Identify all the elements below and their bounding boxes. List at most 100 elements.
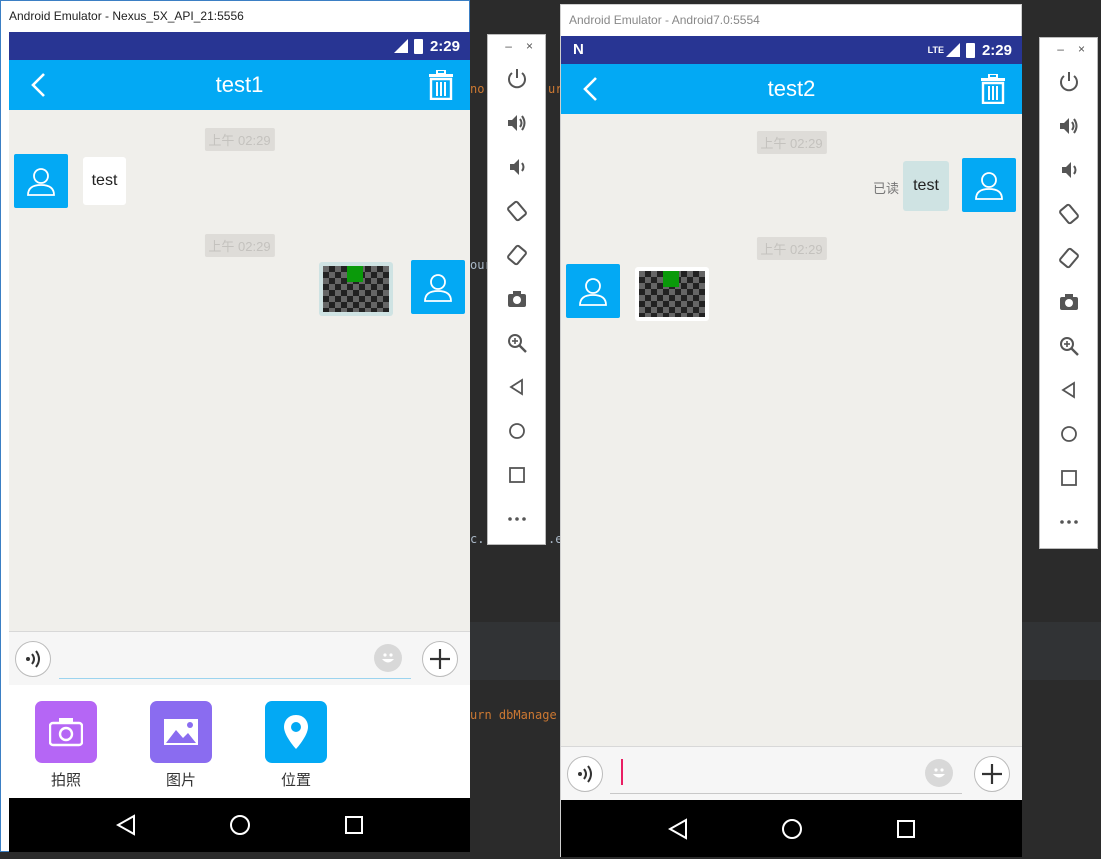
rotate-left-icon[interactable]	[488, 189, 545, 233]
emulator-title: Android Emulator - Android7.0:5554	[561, 5, 1021, 36]
signal-icon	[393, 39, 408, 53]
overview-icon[interactable]	[1040, 456, 1097, 500]
volume-down-icon[interactable]	[1040, 148, 1097, 192]
emulator-window-2: Android Emulator - Android7.0:5554 N LTE…	[560, 4, 1022, 857]
home-icon[interactable]	[488, 409, 545, 453]
battery-icon	[413, 38, 423, 54]
message-list[interactable]: 上午 02:29 已读 test 上午 02:29	[561, 114, 1022, 746]
image-message[interactable]	[319, 262, 393, 316]
avatar[interactable]	[566, 264, 620, 318]
message-timestamp: 上午 02:29	[204, 234, 275, 257]
status-bar: 2:29	[9, 32, 470, 60]
home-icon[interactable]	[1040, 412, 1097, 456]
ide-code-snippet: urn dbManage	[470, 708, 557, 722]
panel-item-camera[interactable]: 拍照	[35, 701, 97, 790]
plus-icon	[982, 764, 1002, 784]
overview-icon[interactable]	[344, 815, 364, 835]
avatar[interactable]	[411, 260, 465, 314]
close-button[interactable]: ×	[526, 39, 533, 53]
app-bar: test1	[9, 60, 470, 110]
message-bubble[interactable]: test	[903, 161, 949, 211]
plus-icon	[430, 649, 450, 669]
more-icon[interactable]	[1040, 500, 1097, 544]
android-n-icon: N	[573, 41, 584, 58]
avatar[interactable]	[962, 158, 1016, 212]
nav-bar	[561, 800, 1022, 857]
voice-button[interactable]	[15, 641, 51, 677]
emoji-icon[interactable]	[374, 644, 402, 672]
attachment-panel: 拍照 图片 位置	[9, 685, 470, 798]
trash-icon[interactable]	[428, 70, 454, 100]
user-icon	[975, 172, 1003, 200]
rotate-right-icon[interactable]	[488, 233, 545, 277]
signal-icon	[945, 43, 960, 57]
emulator-title: Android Emulator - Nexus_5X_API_21:5556	[1, 1, 469, 32]
status-bar: N LTE 2:29	[561, 36, 1022, 64]
image-thumbnail	[639, 271, 705, 317]
power-icon[interactable]	[488, 57, 545, 101]
rotate-left-icon[interactable]	[1040, 192, 1097, 236]
close-button[interactable]: ×	[1078, 42, 1085, 56]
message-timestamp: 上午 02:29	[204, 128, 275, 151]
volume-down-icon[interactable]	[488, 145, 545, 189]
image-thumbnail	[323, 266, 389, 312]
image-message[interactable]	[635, 267, 709, 321]
back-icon[interactable]	[115, 814, 136, 836]
overview-icon[interactable]	[488, 453, 545, 497]
message-input[interactable]	[59, 678, 411, 679]
panel-item-image[interactable]: 图片	[150, 701, 212, 790]
more-icon[interactable]	[488, 497, 545, 541]
power-icon[interactable]	[1040, 60, 1097, 104]
camera-icon	[35, 701, 97, 763]
network-type: LTE	[927, 45, 944, 55]
emulator-toolbar-2: – ×	[1039, 37, 1098, 549]
input-bar	[561, 746, 1022, 800]
read-status: 已读	[873, 181, 900, 196]
back-icon[interactable]	[488, 365, 545, 409]
battery-icon	[965, 42, 975, 58]
back-arrow-icon[interactable]	[27, 72, 53, 98]
avatar[interactable]	[14, 154, 68, 208]
voice-icon	[26, 650, 40, 668]
rotate-right-icon[interactable]	[1040, 236, 1097, 280]
back-icon[interactable]	[667, 817, 688, 840]
back-icon[interactable]	[1040, 368, 1097, 412]
message-timestamp: 上午 02:29	[756, 131, 827, 154]
minimize-button[interactable]: –	[1057, 42, 1064, 56]
panel-item-label: 位置	[280, 772, 311, 789]
emoji-icon[interactable]	[925, 759, 953, 787]
emulator-window-1: Android Emulator - Nexus_5X_API_21:5556 …	[0, 0, 470, 852]
chat-title: test2	[767, 76, 816, 101]
ide-code-snippet: no	[470, 82, 485, 96]
add-button[interactable]	[974, 756, 1010, 792]
ide-code-snippet: c.	[470, 532, 485, 546]
phone-screen-1: 2:29 test1 上午 02:29 test 上午 02:29 拍照 图片 …	[9, 32, 470, 852]
screenshot-icon[interactable]	[488, 277, 545, 321]
panel-item-label: 拍照	[50, 772, 81, 789]
home-icon[interactable]	[781, 818, 803, 840]
message-bubble[interactable]: test	[83, 157, 126, 205]
voice-button[interactable]	[567, 756, 603, 792]
nav-bar	[9, 798, 470, 852]
input-bar	[9, 631, 470, 685]
screenshot-icon[interactable]	[1040, 280, 1097, 324]
chat-title: test1	[215, 72, 264, 97]
minimize-button[interactable]: –	[505, 39, 512, 53]
trash-icon[interactable]	[980, 74, 1006, 104]
location-icon	[265, 701, 327, 763]
volume-up-icon[interactable]	[488, 101, 545, 145]
zoom-icon[interactable]	[488, 321, 545, 365]
overview-icon[interactable]	[896, 819, 916, 839]
status-time: 2:29	[429, 37, 460, 55]
add-button[interactable]	[422, 641, 458, 677]
zoom-icon[interactable]	[1040, 324, 1097, 368]
volume-up-icon[interactable]	[1040, 104, 1097, 148]
message-timestamp: 上午 02:29	[756, 237, 827, 260]
voice-icon	[578, 765, 592, 783]
panel-item-location[interactable]: 位置	[265, 701, 327, 790]
message-input[interactable]	[610, 793, 962, 794]
back-arrow-icon[interactable]	[579, 76, 605, 102]
home-icon[interactable]	[229, 814, 251, 836]
app-bar: test2	[561, 64, 1022, 114]
message-list[interactable]: 上午 02:29 test 上午 02:29	[9, 110, 470, 631]
